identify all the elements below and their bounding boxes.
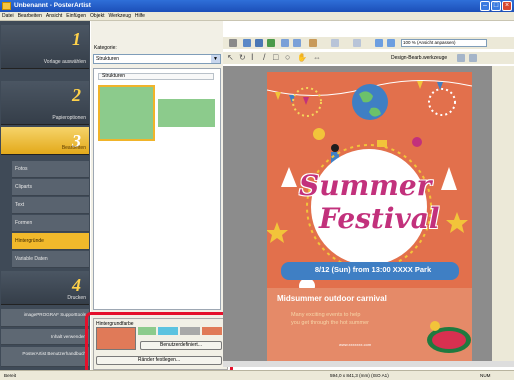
design-tool-icon[interactable] [457, 54, 465, 62]
nav-item-variable-data[interactable]: Variable Daten [12, 251, 89, 268]
menu-bar: Datei Bearbeiten Ansicht Einfügen Objekt Werk… [0, 12, 514, 21]
poster-date[interactable]: 8/12 (Sun) from 13:00 XXXX Park [289, 265, 457, 274]
window-title-bar: Unbenannt - PosterArtist [0, 0, 514, 12]
close-icon[interactable]: × [502, 1, 512, 11]
status-bar: Bereit 594,0 x 841,3 (mm) (ISO A1) NUM [0, 370, 514, 380]
poster-url[interactable]: www.xxxxxxx.com [339, 342, 371, 347]
hand-tool-icon[interactable]: ✋ [297, 53, 307, 62]
menu-file[interactable]: Datei [0, 12, 16, 21]
step-number: 1 [72, 29, 81, 49]
step-paper-options[interactable]: 2 Papieroptionen [1, 81, 89, 125]
step-label: Bearbeiten [61, 145, 86, 151]
select-tool-icon[interactable]: ↖ [227, 53, 234, 62]
callout-highlight [85, 312, 233, 375]
star [267, 222, 288, 243]
category-label: Kategorie: [94, 45, 117, 51]
fan-ornament [430, 321, 440, 331]
menu-help[interactable]: Hilfe [133, 12, 147, 21]
rotate-tool-icon[interactable]: ↻ [239, 53, 246, 62]
poster-title-line-2[interactable]: Festival [319, 202, 440, 235]
right-tool-strip [492, 66, 514, 366]
zoom-select[interactable]: 100 % (Ansicht anpassen) [401, 39, 487, 47]
background-swatch[interactable] [158, 99, 215, 127]
window-title: Unbenannt - PosterArtist [14, 2, 91, 9]
layout-icon[interactable] [353, 39, 361, 47]
align-icon[interactable] [309, 39, 317, 47]
category-select[interactable]: Strukturen ▼ [93, 54, 221, 64]
text-tool-icon[interactable]: I [251, 52, 254, 62]
image-icon[interactable] [267, 39, 275, 47]
maximize-icon[interactable]: □ [491, 1, 501, 11]
globe [352, 84, 388, 120]
step-label: Drucken [67, 295, 86, 301]
drawing-toolbar: ↖ ↻ I / □ ○ ✋ ⇔ Design-Bearb.werkzeuge [223, 52, 514, 64]
bunting-flag [303, 97, 309, 105]
menu-tools[interactable]: Werkzeug [106, 12, 132, 21]
list-header: Strukturen [98, 73, 214, 80]
step-label: Vorlage auswählen [43, 59, 86, 65]
nav-item-photos[interactable]: Fotos [12, 161, 89, 178]
step-select-template[interactable]: 1 Vorlage auswählen [1, 25, 89, 69]
poster-page[interactable]: Summer Festival 8/12 (Sun) from 13:00 XX… [267, 72, 472, 363]
open-icon[interactable] [243, 39, 251, 47]
step-number: 4 [72, 275, 81, 295]
redo-icon[interactable] [293, 39, 301, 47]
bunting-flag [275, 92, 281, 100]
firework [428, 88, 456, 116]
workflow-navigation: 1 Vorlage auswählen 2 Papieroptionen 3 B… [0, 21, 90, 370]
tree [281, 167, 297, 187]
nav-item-text[interactable]: Text [12, 197, 89, 214]
minimize-icon[interactable]: – [480, 1, 490, 11]
main-toolbar: 100 % (Ansicht anpassen) [223, 37, 514, 49]
background-swatch-selected[interactable] [98, 85, 155, 141]
menu-insert[interactable]: Einfügen [64, 12, 88, 21]
step-print[interactable]: 4 Drucken [1, 271, 89, 305]
star [446, 212, 468, 233]
rectangle-tool-icon[interactable]: □ [273, 52, 278, 62]
menu-object[interactable]: Objekt [88, 12, 106, 21]
lantern [313, 128, 325, 140]
nav-use-content[interactable]: Inhalt verwenden [1, 329, 89, 345]
watermelon-flesh [432, 331, 466, 349]
bunting-flag [417, 81, 423, 89]
category-selected-value: Strukturen [96, 56, 120, 62]
character-head [331, 144, 339, 152]
save-icon[interactable] [255, 39, 263, 47]
ellipse-tool-icon[interactable]: ○ [285, 52, 290, 62]
status-ready: Bereit [4, 373, 17, 378]
poster-subtitle[interactable]: Midsummer outdoor carnival [277, 294, 387, 303]
lantern [412, 137, 422, 147]
horizontal-scrollbar[interactable] [223, 361, 514, 367]
step-number: 2 [72, 85, 81, 105]
line-tool-icon[interactable]: / [263, 52, 266, 62]
app-icon [2, 2, 11, 10]
nav-support-tools[interactable]: imagePROGRAF Supporttools [1, 309, 89, 327]
arrange-icon[interactable] [331, 39, 339, 47]
chevron-down-icon[interactable]: ▼ [211, 55, 220, 63]
template-icon[interactable] [229, 39, 237, 47]
undo-icon[interactable] [281, 39, 289, 47]
menu-view[interactable]: Ansicht [44, 12, 64, 21]
zoom-in-icon[interactable] [375, 39, 383, 47]
nav-user-manual[interactable]: PosterArtist Benutzerhandbuch [1, 347, 89, 367]
poster-title-line-1[interactable]: Summer [299, 169, 431, 202]
step-edit[interactable]: 3 Bearbeiten [1, 127, 89, 155]
background-list: Strukturen [93, 68, 221, 310]
nav-item-cliparts[interactable]: Cliparts [12, 179, 89, 196]
nav-item-shapes[interactable]: Formen [12, 215, 89, 232]
nav-item-backgrounds[interactable]: Hintergründe [12, 233, 89, 250]
tree [441, 167, 457, 190]
zoom-out-icon[interactable] [387, 39, 395, 47]
link-tool-icon[interactable]: ⇔ [313, 53, 321, 62]
status-page-size: 594,0 x 841,3 (mm) (ISO A1) [330, 373, 389, 378]
status-num: NUM [480, 373, 491, 378]
poster-body-line-1[interactable]: Many exciting events to help [291, 312, 360, 318]
design-tool-icon[interactable] [469, 54, 477, 62]
menu-edit[interactable]: Bearbeiten [16, 12, 44, 21]
step-label: Papieroptionen [52, 115, 86, 121]
design-tools-label[interactable]: Design-Bearb.werkzeuge [391, 55, 447, 61]
poster-body-line-2[interactable]: you get through the hot summer [291, 320, 369, 326]
